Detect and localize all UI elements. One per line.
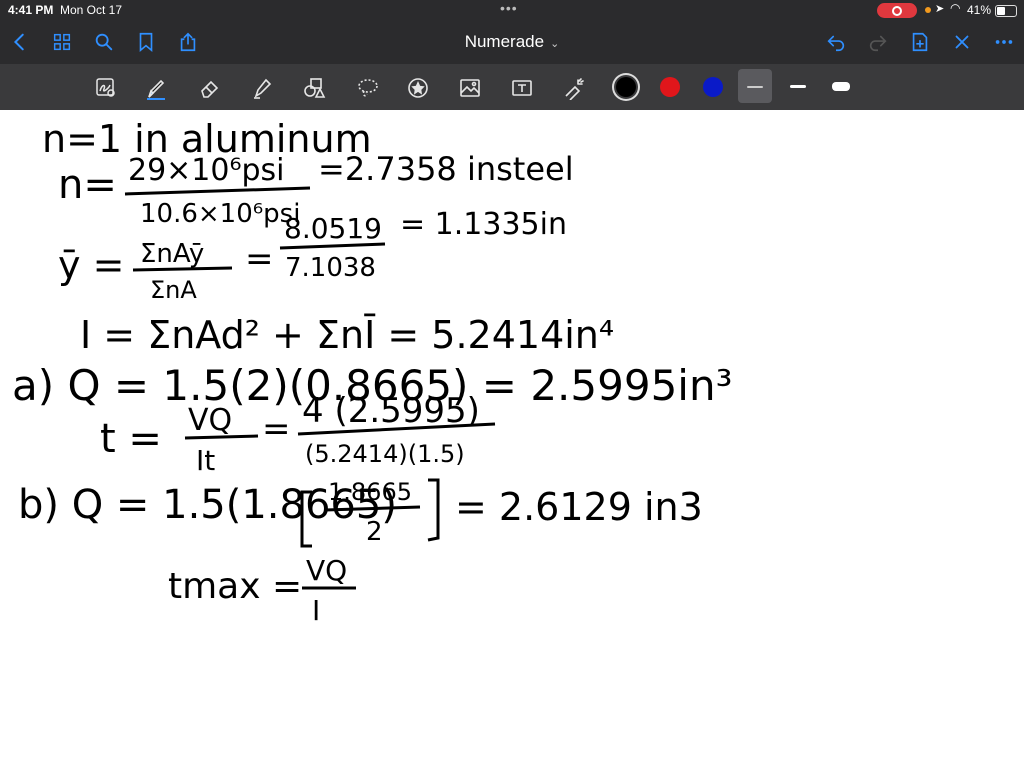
chevron-down-icon[interactable]: ⌄: [550, 38, 559, 50]
note-t-den2: (5.2414)(1.5): [305, 440, 465, 468]
status-time: 4:41 PM: [8, 3, 54, 17]
stroke-thin-icon[interactable]: [747, 86, 763, 88]
sticker-icon[interactable]: [404, 74, 432, 102]
wifi-icon: ◠: [950, 1, 961, 15]
note-ybar-result: = 1.1335in: [400, 207, 567, 242]
lasso-icon[interactable]: [354, 74, 382, 102]
note-tmax-den: I: [312, 594, 320, 627]
drawing-toolbar: [0, 64, 1024, 110]
note-ybar-lhs: ȳ =: [58, 243, 124, 287]
note-t-eq: =: [262, 409, 291, 449]
eraser-icon[interactable]: [196, 74, 224, 102]
highlighter-icon[interactable]: [248, 74, 276, 102]
status-date: Mon Oct 17: [60, 3, 123, 17]
note-t-den: It: [196, 444, 215, 477]
shapes-icon[interactable]: [300, 74, 328, 102]
note-ybar-den: ΣnA: [150, 276, 197, 304]
nav-bar: Numerade ⌄: [0, 22, 1024, 64]
close-icon[interactable]: [950, 30, 974, 54]
note-tmax-lhs: tmax =: [168, 566, 302, 607]
note-n-numerator: 29×10⁶psi: [128, 153, 285, 188]
mic-indicator-icon: [925, 7, 931, 13]
note-canvas[interactable]: n=1 in aluminum n= 29×10⁶psi 10.6×10⁶psi…: [0, 110, 1024, 768]
bracket-right: [427, 478, 440, 542]
text-icon[interactable]: [508, 74, 536, 102]
note-ybar-num2: 8.0519: [284, 212, 382, 245]
screen-record-icon[interactable]: [877, 3, 917, 18]
note-tmax-num: VQ: [306, 554, 347, 587]
image-icon[interactable]: [456, 74, 484, 102]
note-n-result: =2.7358 insteel: [318, 150, 574, 188]
redo-icon[interactable]: [866, 30, 890, 54]
note-part-b-num: 1.8665: [328, 478, 412, 506]
laser-icon[interactable]: [560, 74, 588, 102]
note-inertia: I = ΣnAd² + ΣnĪ = 5.2414in⁴: [80, 313, 614, 357]
status-bar: 4:41 PM Mon Oct 17 ••• ➤ ◠ 41%: [0, 0, 1024, 22]
stroke-thick-icon[interactable]: [832, 82, 850, 91]
note-t-num: VQ: [188, 403, 232, 438]
multitasking-dots-icon[interactable]: •••: [500, 0, 518, 16]
fraction-bar: [132, 266, 233, 272]
fraction-bar: [124, 186, 311, 196]
note-n-denominator: 10.6×10⁶psi: [140, 199, 300, 229]
note-part-b-result: = 2.6129 in3: [455, 485, 703, 529]
lasso-read-icon[interactable]: [92, 74, 120, 102]
battery-icon: [995, 5, 1017, 17]
document-title-label: Numerade: [464, 32, 545, 51]
fraction-bar: [184, 434, 259, 440]
color-black-swatch[interactable]: [616, 77, 636, 97]
note-ybar-eq: =: [245, 239, 274, 279]
add-page-icon[interactable]: [908, 30, 932, 54]
note-ybar-den2: 7.1038: [285, 253, 376, 283]
stroke-medium-icon[interactable]: [790, 85, 806, 88]
color-red-swatch[interactable]: [660, 77, 680, 97]
note-ybar-num: ΣnAȳ: [140, 239, 204, 269]
location-icon: ➤: [935, 3, 945, 15]
battery-percent: 41%: [967, 3, 992, 17]
more-icon[interactable]: [992, 30, 1016, 54]
note-n-lhs: n=: [58, 162, 117, 208]
note-t-lhs: t =: [100, 416, 162, 462]
handwriting-layer: n=1 in aluminum n= 29×10⁶psi 10.6×10⁶psi…: [12, 117, 732, 627]
undo-icon[interactable]: [824, 30, 848, 54]
note-part-b-den: 2: [366, 517, 383, 547]
color-blue-swatch[interactable]: [703, 77, 723, 97]
pen-icon[interactable]: [142, 74, 170, 102]
